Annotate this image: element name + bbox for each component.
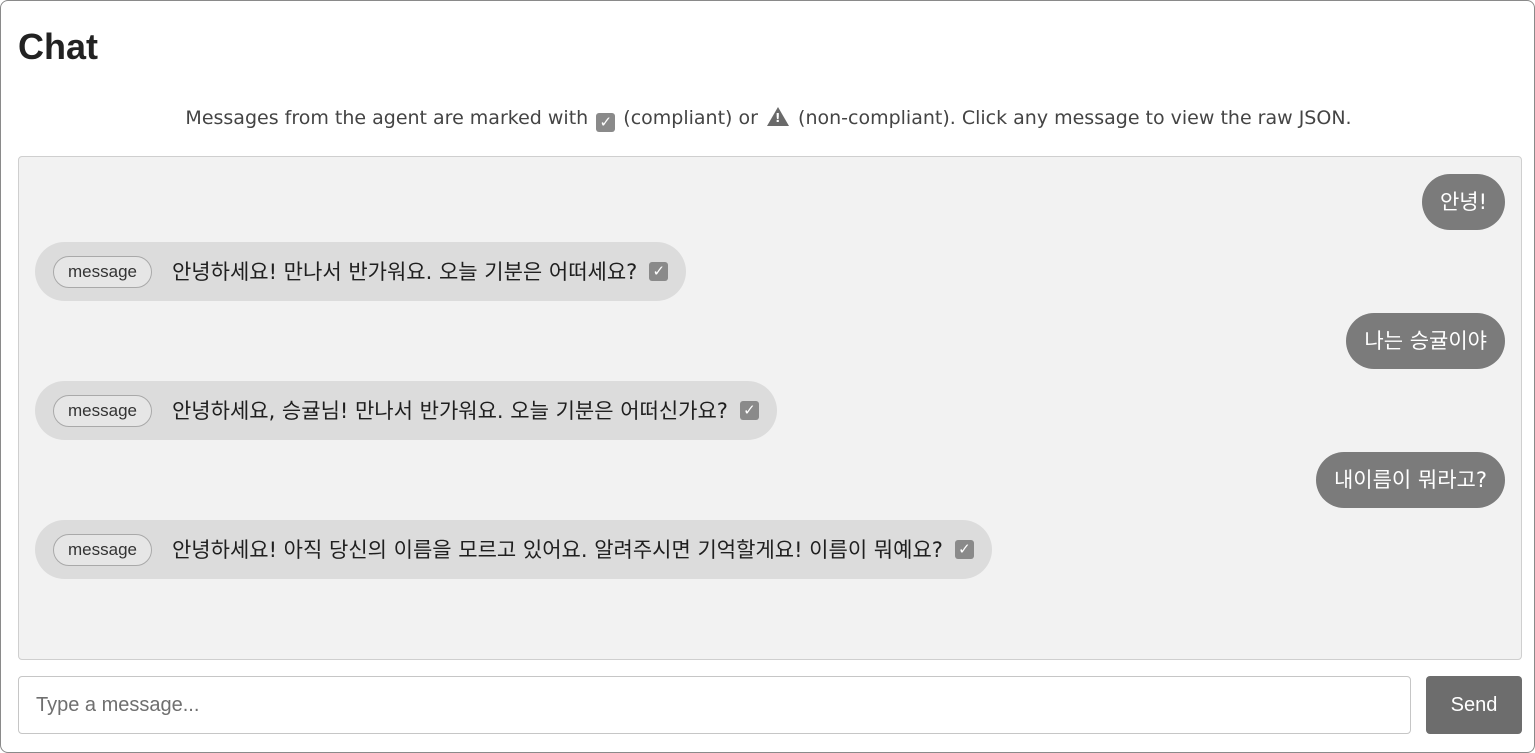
- agent-message-text: 안녕하세요! 만나서 반가워요. 오늘 기분은 어떠세요?: [171, 259, 638, 284]
- message-type-badge: message: [53, 255, 152, 288]
- send-button[interactable]: Send: [1426, 676, 1522, 734]
- page-title: Chat: [18, 26, 98, 67]
- user-message-text: 안녕!: [1439, 190, 1487, 214]
- chat-window: Chat Messages from the agent are marked …: [0, 0, 1535, 753]
- composer: Send: [18, 676, 1522, 734]
- message-type-badge: message: [53, 394, 152, 427]
- user-message[interactable]: 내이름이 뭐라고?: [1315, 452, 1505, 508]
- intro-text-part-1: Messages from the agent are marked with: [185, 107, 589, 129]
- compliant-check-icon: ✓: [649, 262, 669, 281]
- compliant-check-icon: ✓: [954, 540, 974, 559]
- message-type-badge: message: [53, 533, 152, 566]
- compliant-check-icon: ✓: [739, 401, 759, 420]
- intro-text-part-2: (compliant) or: [623, 107, 758, 129]
- user-message-text: 내이름이 뭐라고?: [1333, 468, 1487, 492]
- intro-text-part-3: (non-compliant). Click any message to vi…: [798, 107, 1352, 129]
- user-message[interactable]: 안녕!: [1421, 174, 1505, 230]
- check-box-icon: ✓: [596, 113, 616, 132]
- warning-icon: [766, 107, 789, 126]
- agent-message[interactable]: message 안녕하세요! 아직 당신의 이름을 모르고 있어요. 알려주시면…: [35, 520, 992, 579]
- agent-message-text: 안녕하세요, 승귤님! 만나서 반가워요. 오늘 기분은 어떠신가요?: [171, 398, 728, 423]
- user-message-text: 나는 승귤이야: [1364, 329, 1487, 353]
- agent-message[interactable]: message 안녕하세요! 만나서 반가워요. 오늘 기분은 어떠세요? ✓: [35, 242, 687, 301]
- user-message[interactable]: 나는 승귤이야: [1346, 313, 1505, 369]
- agent-message-text: 안녕하세요! 아직 당신의 이름을 모르고 있어요. 알려주시면 기억할게요! …: [171, 537, 943, 562]
- intro-text: Messages from the agent are marked with …: [1, 105, 1535, 132]
- message-input[interactable]: [18, 676, 1411, 734]
- agent-message[interactable]: message 안녕하세요, 승귤님! 만나서 반가워요. 오늘 기분은 어떠신…: [35, 381, 777, 440]
- message-list[interactable]: 안녕! message 안녕하세요! 만나서 반가워요. 오늘 기분은 어떠세요…: [18, 156, 1522, 660]
